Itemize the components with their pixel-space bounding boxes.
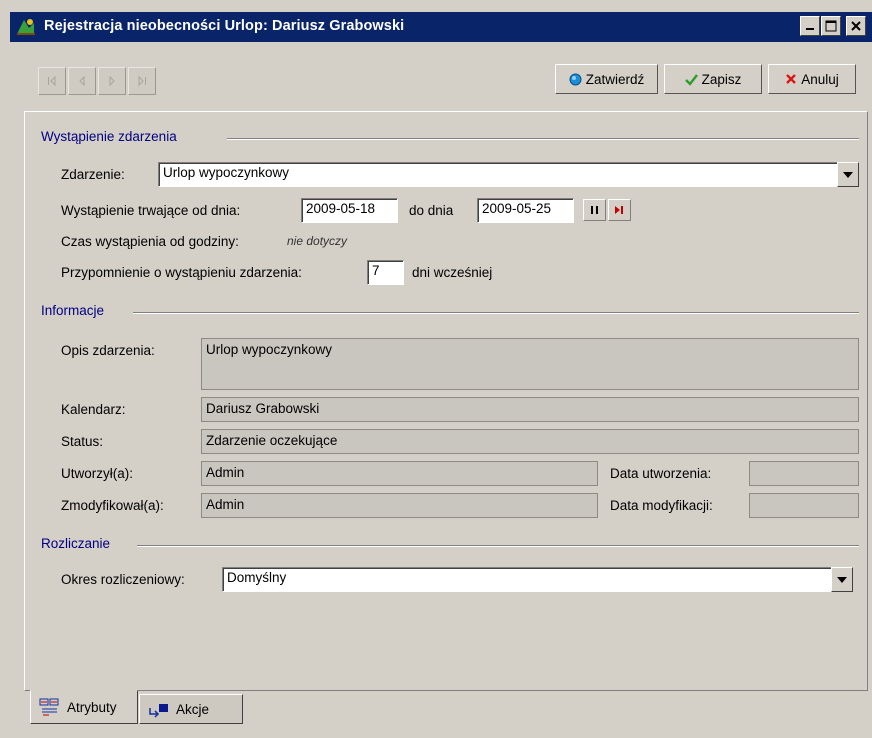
period-select[interactable]: Domyślny [222,567,832,592]
period-value: Domyślny [227,570,287,585]
modified-date-label: Data modyfikacji: [610,498,713,513]
window-title: Rejestracja nieobecności Urlop: Dariusz … [44,18,405,34]
created-by-field: Admin [201,461,598,486]
cancel-x-icon [786,74,797,84]
first-record-button[interactable] [38,67,66,95]
save-button[interactable]: Zapisz [664,64,762,94]
next-record-icon [109,75,115,87]
from-date-value: 2009-05-18 [306,201,376,216]
to-date-label: do dnia [409,203,454,218]
created-by-label: Utworzył(a): [61,466,134,481]
confirm-label: Zatwierdź [585,71,645,87]
app-icon [17,19,35,35]
dialog-window: Rejestracja nieobecności Urlop: Dariusz … [0,0,872,738]
play-end-button[interactable] [608,199,631,221]
calendar-value: Dariusz Grabowski [206,401,320,416]
confirm-icon [569,73,582,85]
to-date-value: 2009-05-25 [482,201,552,216]
description-label: Opis zdarzenia: [61,343,155,358]
previous-record-button[interactable] [68,67,96,95]
reminder-label: Przypomnienie o wystąpieniu zdarzenia: [61,265,302,280]
checkmark-icon [684,73,698,86]
last-record-button[interactable] [128,67,156,95]
section-title-occurrence: Wystąpienie zdarzenia [41,129,177,144]
tab-actions[interactable]: Akcje [139,694,243,724]
tab-attributes[interactable]: Atrybuty [30,690,138,724]
close-icon [851,21,861,31]
attributes-icon [39,698,59,716]
tab-attributes-label: Atrybuty [67,699,117,715]
calendar-label: Kalendarz: [61,402,126,417]
play-end-icon [615,206,623,214]
save-label: Zapisz [701,71,742,87]
modified-date-field [749,493,859,518]
maximize-button[interactable] [821,16,841,36]
modified-by-label: Zmodyfikował(a): [61,498,164,513]
reminder-days-value: 7 [372,263,380,278]
chevron-down-icon [843,171,853,178]
period-label: Okres rozliczeniowy: [61,572,185,587]
calendar-field: Dariusz Grabowski [201,397,859,422]
to-date-input[interactable]: 2009-05-25 [477,198,574,223]
period-dropdown-button[interactable] [831,567,853,592]
status-value: Zdarzenie oczekujące [206,433,338,448]
first-record-icon [48,75,56,87]
reminder-suffix: dni wcześniej [412,265,493,280]
description-field: Urlop wypoczynkowy [201,338,859,390]
pause-icon [591,206,598,214]
event-value: Urlop wypoczynkowy [163,165,290,180]
section-divider [227,138,859,140]
last-record-icon [138,75,146,87]
close-button[interactable] [846,16,866,36]
status-label: Status: [61,434,104,449]
minimize-button[interactable] [800,16,820,36]
attributes-panel: Wystąpienie zdarzenia Zdarzenie: Urlop w… [24,111,868,691]
status-field: Zdarzenie oczekujące [201,429,859,454]
title-bar: Rejestracja nieobecności Urlop: Dariusz … [10,12,872,42]
created-date-field [749,461,859,486]
actions-icon [149,704,168,718]
event-select[interactable]: Urlop wypoczynkowy [158,162,838,187]
minimize-icon [806,28,814,30]
created-date-label: Data utworzenia: [610,466,712,481]
chevron-down-icon [837,576,847,583]
event-label: Zdarzenie: [61,167,125,182]
confirm-button[interactable]: Zatwierdź [555,64,658,94]
cancel-button[interactable]: Anuluj [768,64,856,94]
time-value: nie dotyczy [287,234,348,248]
pause-button[interactable] [583,199,606,221]
previous-record-icon [79,75,85,87]
section-divider [137,545,859,547]
modified-by-field: Admin [201,493,598,518]
tab-actions-label: Akcje [176,701,210,717]
description-value: Urlop wypoczynkowy [206,342,333,357]
modified-by-value: Admin [206,497,245,512]
section-divider [133,312,859,314]
from-date-label: Wystąpienie trwające od dnia: [61,203,241,218]
maximize-icon [825,20,837,32]
section-title-settlement: Rozliczanie [41,536,111,551]
created-by-value: Admin [206,465,245,480]
from-date-input[interactable]: 2009-05-18 [301,198,398,223]
section-title-info: Informacje [41,303,105,318]
time-label: Czas wystąpienia od godziny: [61,234,239,249]
reminder-days-input[interactable]: 7 [367,260,404,285]
next-record-button[interactable] [98,67,126,95]
event-dropdown-button[interactable] [837,162,859,187]
cancel-label: Anuluj [801,71,839,87]
